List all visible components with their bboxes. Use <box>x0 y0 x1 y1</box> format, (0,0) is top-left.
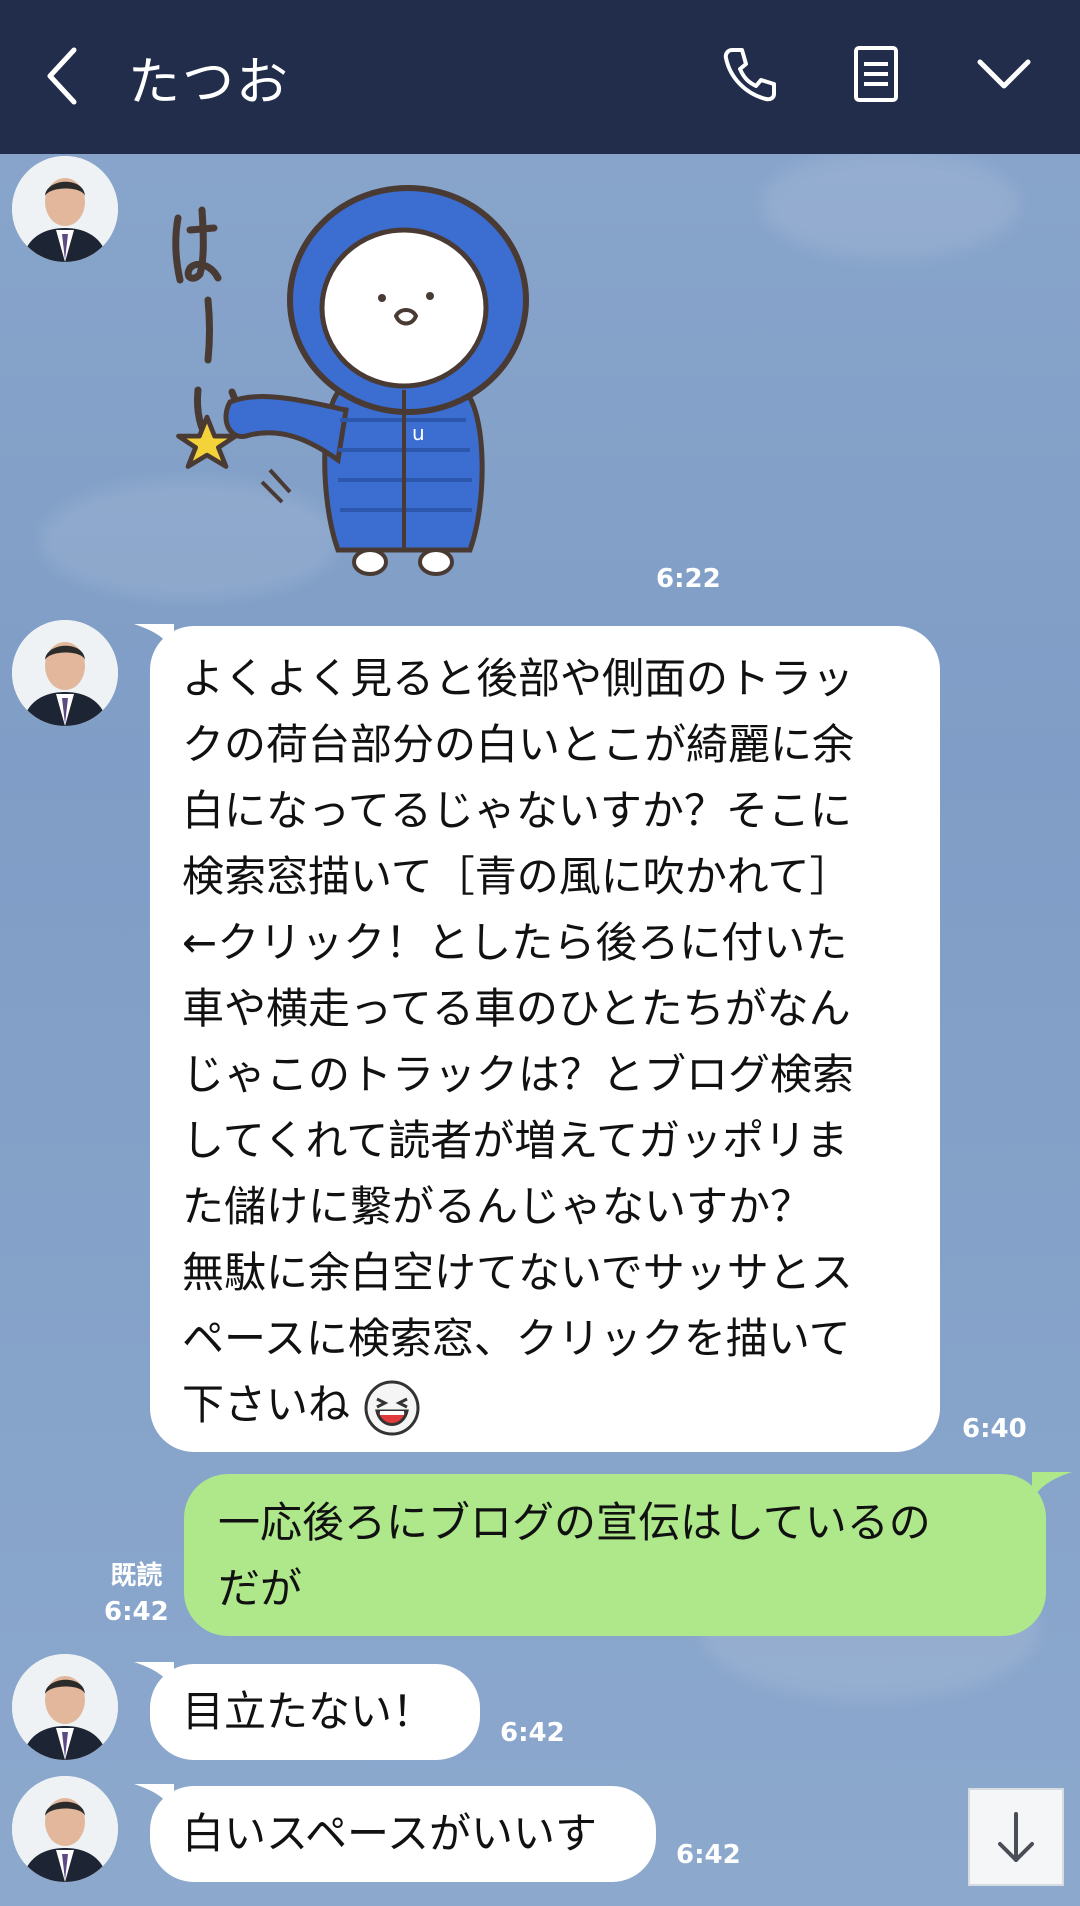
message-line: 車や横走ってる車のひとたちがなん <box>182 984 851 1033</box>
message-time: 6:42 <box>676 1840 741 1870</box>
message-time: 6:40 <box>962 1414 1027 1444</box>
chevron-down-icon[interactable] <box>972 42 1036 106</box>
message-line: 白になってるじゃないすか？そこに <box>182 786 852 835</box>
arrow-down-icon <box>998 1812 1034 1862</box>
message-bubble[interactable]: 白いスペースがいいす <box>150 1786 656 1882</box>
message-bubble[interactable]: よくよく見ると後部や側面のトラッ クの荷台部分の白いとこが綺麗に余 白になってる… <box>150 626 940 1452</box>
message-text: 目立たない！ <box>182 1687 435 1736</box>
person-avatar-icon <box>12 156 118 262</box>
notes-icon[interactable] <box>844 42 908 106</box>
back-icon[interactable] <box>40 44 88 108</box>
message-line: だが <box>218 1564 303 1613</box>
avatar[interactable] <box>12 156 118 262</box>
message-line: クの荷台部分の白いとこが綺麗に余 <box>182 720 855 769</box>
person-avatar-icon <box>12 620 118 726</box>
laughing-emoji-icon <box>364 1380 420 1435</box>
background-cloud <box>760 150 1020 260</box>
message-line-text: 下さいね <box>182 1380 351 1429</box>
message-line: 検索窓描いて［青の風に吹かれて］ <box>182 852 852 901</box>
message-line: 無駄に余白空けてないでサッサとス <box>182 1248 853 1297</box>
person-avatar-icon <box>12 1654 118 1760</box>
svg-text:u: u <box>412 421 425 445</box>
sticker-character: u <box>223 185 529 576</box>
chat-header: たつお <box>0 0 1080 154</box>
message-text: 白いスペースがいいす <box>182 1809 597 1858</box>
scroll-to-bottom-button[interactable] <box>968 1788 1064 1886</box>
message-time: 6:22 <box>656 564 721 594</box>
avatar[interactable] <box>12 620 118 726</box>
message-time: 6:42 <box>500 1718 565 1748</box>
phone-icon[interactable] <box>718 42 782 106</box>
read-label: 既読 <box>110 1561 163 1591</box>
message-line: 一応後ろにブログの宣伝はしているの <box>218 1498 931 1547</box>
sticker-image[interactable]: u <box>150 170 610 590</box>
bubble-tail <box>1032 1472 1072 1502</box>
message-line: 下さいね <box>182 1372 908 1438</box>
chat-title: たつお <box>128 53 291 113</box>
message-line: た儲けに繋がるんじゃないすか？ <box>182 1182 813 1231</box>
message-time: 6:42 <box>104 1597 169 1627</box>
message-line: してくれて読者が増えてガッポリま <box>182 1116 849 1165</box>
person-avatar-icon <box>12 1776 118 1882</box>
own-message-bubble[interactable]: 一応後ろにブログの宣伝はしているの だが <box>184 1474 1046 1636</box>
message-line: ←クリック！としたら後ろに付いた <box>182 918 848 967</box>
message-line: じゃこのトラックは？とブログ検索 <box>182 1050 855 1099</box>
message-bubble[interactable]: 目立たない！ <box>150 1664 480 1760</box>
message-line: よくよく見ると後部や側面のトラッ <box>182 654 855 703</box>
avatar[interactable] <box>12 1654 118 1760</box>
message-line: ペースに検索窓、クリックを描いて <box>182 1314 851 1363</box>
avatar[interactable] <box>12 1776 118 1882</box>
read-status: 既読 6:42 <box>104 1558 169 1630</box>
